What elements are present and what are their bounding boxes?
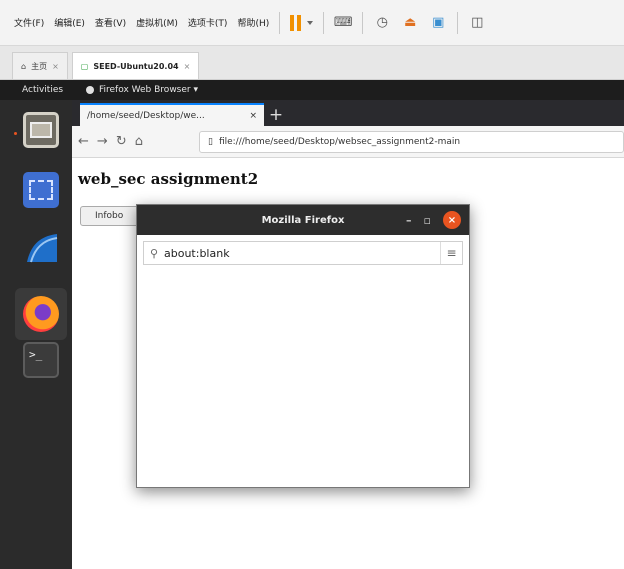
firefox-navbar: ← → ↻ ⌂ ▯ file:///home/seed/Desktop/webs… [72,126,624,158]
ubuntu-dock: >_ [0,100,72,569]
files-icon[interactable] [23,112,59,148]
page-icon: ▯ [207,136,213,147]
window-controls: – ▫ × [406,211,461,229]
forward-icon[interactable]: → [97,134,108,149]
close-icon[interactable]: × [184,62,191,71]
search-icon: ⚲ [149,246,159,260]
popup-window: Mozilla Firefox – ▫ × ⚲ about:blank ≡ [136,204,470,488]
revert-snapshot-icon[interactable]: ⏏ [401,14,419,32]
menu-tabs[interactable]: 选项卡(T) [188,16,228,29]
menu-file[interactable]: 文件(F) [14,16,44,29]
popup-url-bar[interactable]: ⚲ about:blank ≡ [143,241,463,265]
popup-title: Mozilla Firefox [261,214,345,226]
snapshot-icon[interactable]: ◷ [373,14,391,32]
back-icon[interactable]: ← [78,134,89,149]
wireshark-icon[interactable] [23,230,59,266]
reload-icon[interactable]: ↻ [116,134,127,149]
popup-url-text: about:blank [164,246,230,260]
firefox-icon[interactable] [15,288,67,340]
home-icon[interactable]: ⌂ [135,134,143,149]
ubuntu-topbar: Activities Firefox Web Browser ▾ [0,80,624,100]
close-icon[interactable]: × [443,211,461,229]
terminal-icon[interactable]: >_ [23,342,59,378]
send-keys-icon[interactable]: ⌨ [334,14,353,32]
pause-icon[interactable] [290,14,314,31]
screenshot-icon[interactable] [23,172,59,208]
new-tab-button[interactable]: + [264,104,288,126]
snapshot-manager-icon[interactable]: ▣ [429,14,447,32]
app-name: Firefox Web Browser ▾ [99,85,198,95]
running-indicator [14,132,17,135]
minimize-icon[interactable]: – [406,214,412,227]
menu-edit[interactable]: 编辑(E) [54,16,85,29]
toolbar-separator [323,11,325,34]
tab-home[interactable]: ⌂ 主页 × [12,52,68,79]
home-icon: ⌂ [21,61,27,71]
tab-seed-ubuntu[interactable]: ▢ SEED-Ubuntu20.04 × [71,52,200,79]
tab-title: /home/seed/Desktop/we... [87,110,205,121]
toolbar-separator [279,11,281,34]
menu-vm[interactable]: 虚拟机(M) [136,16,178,29]
maximize-icon[interactable]: ▫ [424,214,431,227]
sidebar-toggle-icon[interactable]: ◫ [468,14,486,32]
firefox-tab[interactable]: /home/seed/Desktop/we... × [80,103,264,126]
toolbar-separator [362,11,364,34]
popup-titlebar[interactable]: Mozilla Firefox – ▫ × [137,205,469,235]
tab-label: 主页 [31,61,48,71]
menu-help[interactable]: 帮助(H) [237,16,269,29]
vm-icon: ▢ [80,61,89,71]
firefox-small-icon [86,86,94,94]
toolbar-separator [457,11,459,34]
menu-icon[interactable]: ≡ [440,242,462,264]
menu-view[interactable]: 查看(V) [95,16,126,29]
firefox-tabbar: /home/seed/Desktop/we... × + [72,100,624,126]
tab-label: SEED-Ubuntu20.04 [93,61,179,71]
page-title: web_sec assignment2 [78,170,259,188]
url-text: file:///home/seed/Desktop/websec_assignm… [218,136,461,147]
close-icon[interactable]: × [52,62,59,71]
app-menu[interactable]: Firefox Web Browser ▾ [86,85,198,95]
close-tab-icon[interactable]: × [249,111,257,121]
activities-button[interactable]: Activities [0,85,86,95]
vmware-tabbar: ⌂ 主页 × ▢ SEED-Ubuntu20.04 × [0,46,624,80]
url-bar[interactable]: ▯ file:///home/seed/Desktop/websec_assig… [198,130,624,153]
vmware-menubar: 文件(F) 编辑(E) 查看(V) 虚拟机(M) 选项卡(T) 帮助(H) ⌨ … [0,0,624,46]
